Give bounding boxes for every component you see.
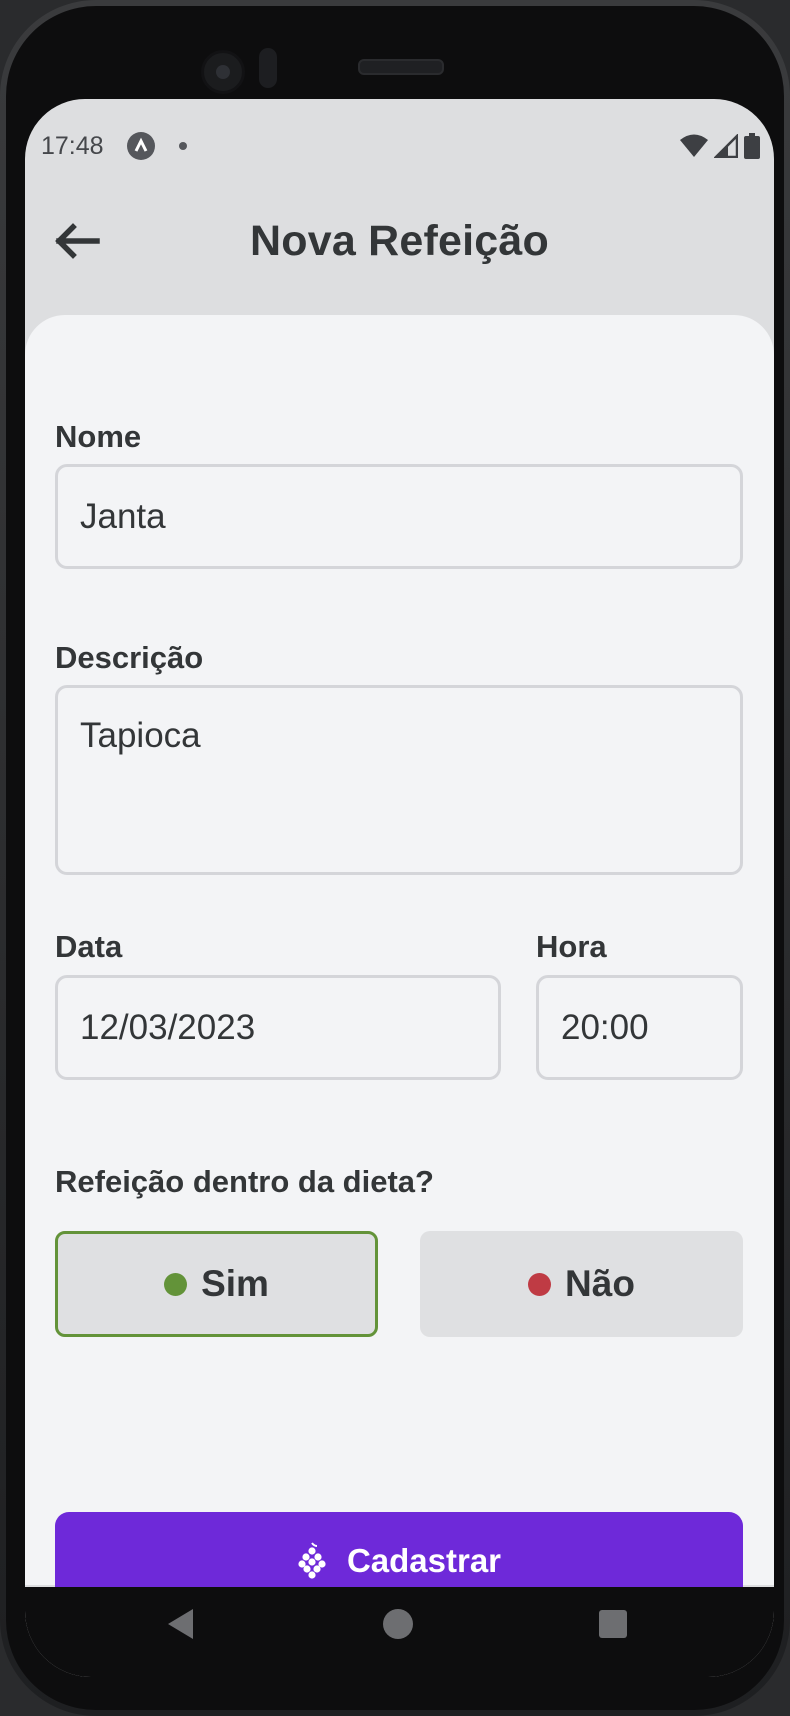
date-label: Data bbox=[55, 929, 123, 964]
app-notification-icon bbox=[127, 132, 155, 160]
earpiece-speaker bbox=[358, 59, 444, 75]
diet-yes-label: Sim bbox=[201, 1263, 269, 1304]
header: Nova Refeição bbox=[25, 199, 774, 299]
wifi-icon bbox=[680, 134, 708, 157]
signal-icon bbox=[714, 134, 738, 158]
diet-no-button[interactable]: Não bbox=[420, 1231, 743, 1337]
dot-icon bbox=[179, 142, 187, 150]
nav-back-icon[interactable] bbox=[165, 1607, 195, 1641]
description-textarea[interactable]: Tapioca bbox=[55, 685, 743, 875]
phone-frame: 17:48 Nova Refeição Nome Janta Descrição… bbox=[0, 0, 790, 1716]
time-input[interactable]: 20:00 bbox=[536, 975, 743, 1080]
diet-question-label: Refeição dentro da dieta? bbox=[55, 1164, 434, 1199]
nav-home-icon[interactable] bbox=[383, 1609, 413, 1639]
green-dot-icon bbox=[164, 1272, 188, 1296]
diet-yes-button[interactable]: Sim bbox=[55, 1231, 378, 1337]
nav-recent-icon[interactable] bbox=[599, 1610, 627, 1638]
status-bar: 17:48 bbox=[25, 99, 774, 160]
battery-icon bbox=[744, 133, 760, 159]
status-icons bbox=[680, 132, 760, 160]
front-camera bbox=[201, 50, 245, 94]
phone-bezel: 17:48 Nova Refeição Nome Janta Descrição… bbox=[6, 6, 784, 1710]
time-label: Hora bbox=[536, 929, 607, 964]
system-nav-bar bbox=[25, 1587, 774, 1677]
form-card: Nome Janta Descrição Tapioca Data 12/03/… bbox=[25, 315, 774, 1610]
red-dot-icon bbox=[528, 1272, 552, 1296]
status-time: 17:48 bbox=[41, 132, 104, 160]
name-label: Nome bbox=[55, 419, 142, 454]
proximity-sensor bbox=[259, 48, 277, 88]
submit-label: Cadastrar bbox=[346, 1542, 502, 1579]
grape-icon bbox=[298, 1542, 326, 1579]
page-title: Nova Refeição bbox=[250, 217, 549, 265]
date-input[interactable]: 12/03/2023 bbox=[55, 975, 501, 1080]
diet-no-label: Não bbox=[565, 1263, 635, 1304]
description-label: Descrição bbox=[55, 640, 204, 675]
app-screen: 17:48 Nova Refeição Nome Janta Descrição… bbox=[25, 99, 774, 1677]
name-input[interactable]: Janta bbox=[55, 464, 743, 569]
